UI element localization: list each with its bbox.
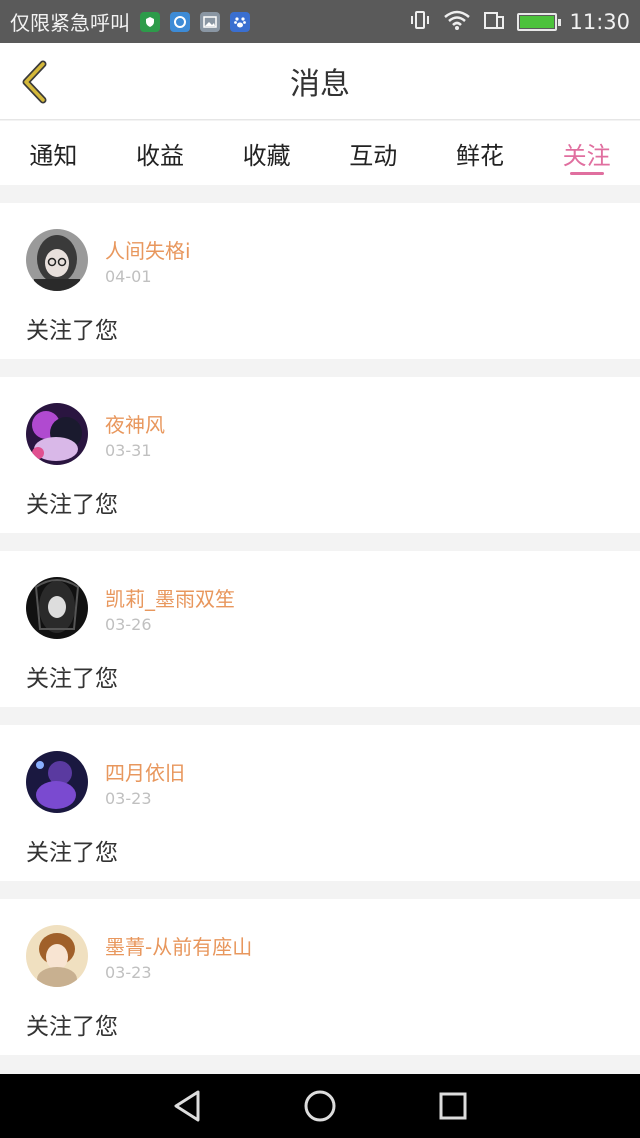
message-text: 关注了您 xyxy=(26,1014,118,1040)
message-date: 03-23 xyxy=(105,789,152,808)
tab-interactions[interactable]: 互动 xyxy=(328,121,418,185)
baidu-app-icon xyxy=(230,11,250,32)
message-text: 关注了您 xyxy=(26,492,118,518)
message-date: 03-23 xyxy=(105,963,152,982)
triangle-back-icon xyxy=(174,1090,200,1122)
list-item[interactable]: 凯莉_墨雨双笙 03-26 关注了您 xyxy=(0,551,640,707)
sender-name[interactable]: 凯莉_墨雨双笙 xyxy=(105,583,235,612)
carrier-text: 仅限紧急呼叫 xyxy=(10,11,130,35)
avatar[interactable] xyxy=(26,751,88,813)
list-item[interactable]: 人间失格i 04-01 关注了您 xyxy=(0,203,640,359)
avatar[interactable] xyxy=(26,577,88,639)
tab-bar: 通知 收益 收藏 互动 鲜花 关注 xyxy=(0,121,640,185)
list-item[interactable]: 四月依旧 03-23 关注了您 xyxy=(0,725,640,881)
message-text: 关注了您 xyxy=(26,840,118,866)
tab-earnings[interactable]: 收益 xyxy=(115,121,205,185)
list-item[interactable]: 夜神风 03-31 关注了您 xyxy=(0,377,640,533)
circle-home-icon xyxy=(304,1090,336,1122)
sim-icon xyxy=(483,9,505,35)
avatar[interactable] xyxy=(26,403,88,465)
sender-name[interactable]: 墨菁-从前有座山 xyxy=(105,931,252,960)
vibrate-icon xyxy=(409,9,431,35)
app-header: 消息 xyxy=(0,43,640,120)
square-recents-icon xyxy=(439,1092,467,1120)
status-indicators: 11:30 xyxy=(409,9,630,35)
gallery-app-icon xyxy=(200,11,220,32)
nav-back-button[interactable] xyxy=(167,1086,207,1126)
sender-name[interactable]: 四月依旧 xyxy=(105,757,185,786)
browser-app-icon xyxy=(170,11,190,32)
message-text: 关注了您 xyxy=(26,318,118,344)
status-app-icons xyxy=(140,11,250,32)
sender-name[interactable]: 夜神风 xyxy=(105,409,165,438)
tab-favorites[interactable]: 收藏 xyxy=(222,121,312,185)
page-title: 消息 xyxy=(290,67,350,102)
list-item[interactable]: 墨菁-从前有座山 03-23 关注了您 xyxy=(0,899,640,1055)
tab-follows[interactable]: 关注 xyxy=(542,121,632,185)
avatar[interactable] xyxy=(26,925,88,987)
wifi-icon xyxy=(443,9,471,35)
message-date: 04-01 xyxy=(105,267,152,286)
message-date: 03-31 xyxy=(105,441,152,460)
shield-app-icon xyxy=(140,11,160,32)
system-nav-bar xyxy=(0,1074,640,1138)
avatar[interactable] xyxy=(26,229,88,291)
clock-time: 11:30 xyxy=(569,9,630,34)
tab-flowers[interactable]: 鲜花 xyxy=(435,121,525,185)
battery-icon xyxy=(517,12,562,31)
chevron-left-icon xyxy=(22,60,47,104)
message-text: 关注了您 xyxy=(26,666,118,692)
nav-home-button[interactable] xyxy=(300,1086,340,1126)
nav-recents-button[interactable] xyxy=(433,1086,473,1126)
sender-name[interactable]: 人间失格i xyxy=(105,235,191,264)
back-button[interactable] xyxy=(14,57,54,107)
status-bar: 仅限紧急呼叫 11:30 xyxy=(0,0,640,43)
message-list: 人间失格i 04-01 关注了您 夜神风 03-31 关注了您 凯莉_墨雨双笙 … xyxy=(0,203,640,1073)
message-date: 03-26 xyxy=(105,615,152,634)
tab-notice[interactable]: 通知 xyxy=(8,121,98,185)
